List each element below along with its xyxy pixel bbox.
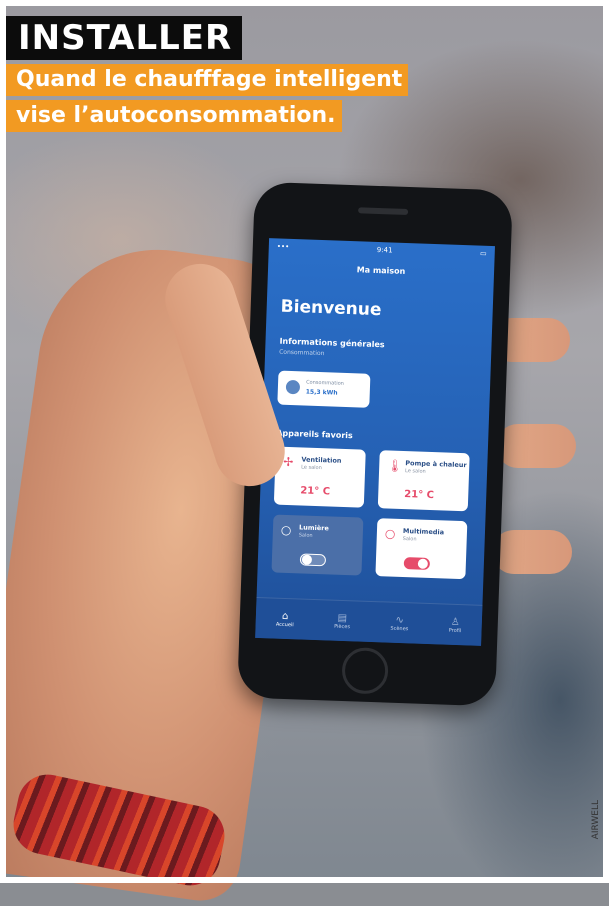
phone-speaker <box>358 207 409 216</box>
consumption-card[interactable]: Consommation 15,3 kWh <box>277 370 371 408</box>
nav-title: Ma maison <box>356 265 406 276</box>
bulb-icon: ○ <box>384 526 396 541</box>
phone-home-button <box>341 647 389 695</box>
device-temperature: 21° C <box>404 489 435 502</box>
multimedia-toggle[interactable] <box>403 557 431 570</box>
consumption-label: Consommation <box>305 379 344 387</box>
profile-icon: ♙ <box>450 616 460 628</box>
toggle-knob <box>417 558 429 569</box>
device-card-heat-pump[interactable]: 🌡 Pompe à chaleur Le salon 21° C <box>377 450 470 512</box>
signal-icon: ••• <box>276 242 290 251</box>
status-bar: ••• 9:41 ▭ <box>277 242 487 259</box>
tab-rooms[interactable]: ▤ Pièces <box>334 612 350 629</box>
consumption-value: 15,3 kWh <box>305 388 338 397</box>
device-name: Multimedia <box>402 527 445 537</box>
headline-line-1: Quand le chaufffage intelligent <box>6 64 409 96</box>
device-name: Lumière <box>298 523 329 533</box>
tab-profile[interactable]: ♙ Profil <box>449 616 462 633</box>
device-card-light[interactable]: ○ Lumière Salon <box>271 514 364 576</box>
consumption-icon <box>285 379 301 395</box>
light-toggle[interactable] <box>299 553 327 567</box>
thermometer-icon: 🌡 <box>387 458 403 473</box>
device-temperature: 21° C <box>300 485 331 498</box>
headline-line-2: vise l’autoconsommation. <box>6 100 342 132</box>
device-room: Salon <box>298 532 313 539</box>
tab-home[interactable]: ⌂ Accueil <box>276 610 294 627</box>
finger <box>496 424 576 468</box>
device-room: Salon <box>402 536 417 543</box>
device-room: Le salon <box>404 468 426 475</box>
tab-scenes[interactable]: ∿ Scènes <box>390 614 408 631</box>
home-icon: ⌂ <box>281 610 289 622</box>
photo-credit: AIRWELL <box>591 800 601 840</box>
finger <box>492 530 572 574</box>
toggle-knob <box>301 554 313 565</box>
general-info-heading: Informations générales <box>279 336 385 350</box>
device-name: Ventilation <box>301 455 342 465</box>
general-info-subheading: Consommation <box>279 348 325 358</box>
status-time: 9:41 <box>376 245 393 255</box>
welcome-heading: Bienvenue <box>280 296 382 321</box>
tab-bar: ⌂ Accueil ▤ Pièces ∿ Scènes ♙ Profil <box>255 596 483 646</box>
scenes-icon: ∿ <box>395 614 405 626</box>
battery-icon: ▭ <box>479 249 487 258</box>
device-room: Le salon <box>301 464 322 472</box>
fan-icon: ✢ <box>283 454 294 470</box>
favorites-heading: Appareils favoris <box>276 428 353 441</box>
device-card-ventilation[interactable]: ✢ Ventilation Le salon 21° C <box>273 446 366 508</box>
app-screen: ••• 9:41 ▭ Ma maison Bienvenue Informati… <box>255 238 495 646</box>
section-title: INSTALLER <box>6 16 243 60</box>
device-card-multimedia[interactable]: ○ Multimedia Salon <box>375 518 468 580</box>
rooms-icon: ▤ <box>337 612 348 624</box>
bulb-icon: ○ <box>280 522 292 538</box>
